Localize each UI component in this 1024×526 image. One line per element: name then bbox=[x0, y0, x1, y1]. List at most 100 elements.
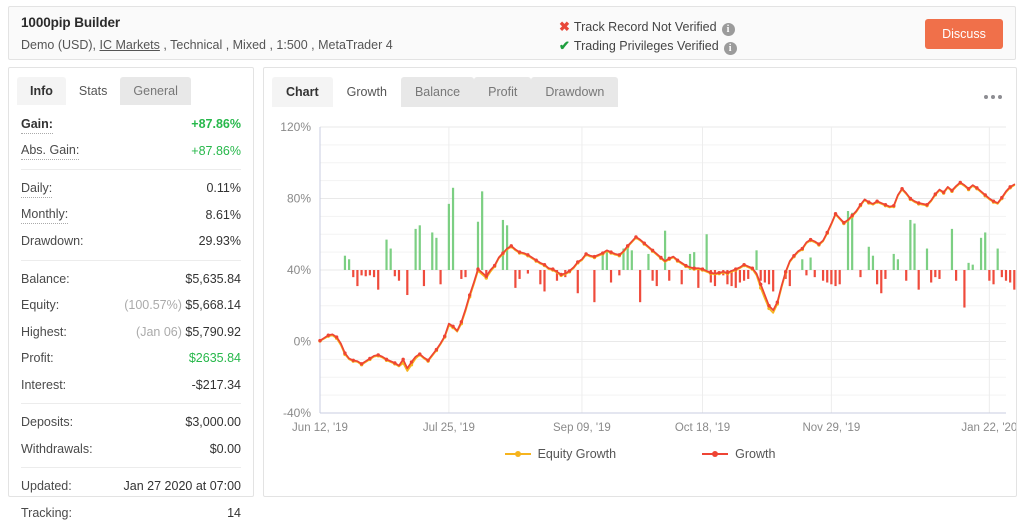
chart-tabs: Chart Growth Balance Profit Drawdown bbox=[264, 75, 1016, 107]
stat-value: 29.93% bbox=[199, 228, 241, 255]
tab-info[interactable]: Info bbox=[17, 77, 66, 105]
legend-item-growth[interactable]: Growth bbox=[702, 447, 775, 461]
verification-track-record-label: Track Record Not Verified bbox=[574, 20, 717, 34]
stat-label: Equity: bbox=[21, 292, 59, 319]
stat-value: 14 bbox=[227, 500, 241, 526]
stat-row-equity: Equity: (100.57%) $5,668.14 bbox=[21, 292, 241, 319]
svg-text:-40%: -40% bbox=[283, 406, 311, 420]
stat-value: $5,635.84 bbox=[185, 266, 241, 293]
legend-swatch-equity bbox=[505, 453, 531, 455]
growth-chart-svg: 120% 80% 40% 0% -40% Jun 12, '19 Jul 25, '19 Se… bbox=[264, 107, 1016, 457]
stat-label: Tracking: bbox=[21, 500, 72, 526]
stat-label[interactable]: Daily: bbox=[21, 179, 52, 198]
account-meta-pre: Demo (USD), bbox=[21, 38, 99, 52]
stats-panel: Info Stats General Gain: +87.86% Abs. Ga… bbox=[8, 67, 254, 497]
svg-text:Nov 29, '19: Nov 29, '19 bbox=[802, 422, 860, 434]
legend-item-equity-growth[interactable]: Equity Growth bbox=[505, 447, 617, 461]
svg-text:Jan 22, '20: Jan 22, '20 bbox=[961, 422, 1016, 434]
verification-block: ✖ Track Record Not Verified i ✔ Trading Pri… bbox=[559, 17, 737, 55]
tab-profit[interactable]: Profit bbox=[474, 77, 531, 107]
stat-label[interactable]: Gain: bbox=[21, 115, 53, 134]
stat-value: 8.61% bbox=[206, 202, 241, 229]
stat-row-deposits: Deposits: $3,000.00 bbox=[21, 409, 241, 436]
account-meta-post: , Technical , Mixed , 1:500 , MetaTrader… bbox=[160, 38, 393, 52]
stat-value-main: $5,668.14 bbox=[185, 298, 241, 312]
stat-value-prefix: (Jan 06) bbox=[136, 325, 182, 339]
stat-row-monthly: Monthly: 8.61% bbox=[21, 202, 241, 229]
cross-icon: ✖ bbox=[559, 19, 570, 34]
stat-value: (Jan 06) $5,790.92 bbox=[136, 319, 241, 346]
legend-label: Growth bbox=[735, 447, 775, 461]
svg-text:0%: 0% bbox=[294, 335, 312, 349]
stat-value: 0.11% bbox=[206, 175, 241, 202]
page-title: 1000pip Builder bbox=[21, 15, 120, 30]
verification-trading-privileges-label: Trading Privileges Verified bbox=[574, 39, 719, 53]
divider bbox=[21, 169, 241, 170]
stat-label: Withdrawals: bbox=[21, 436, 93, 463]
chart-legend: Equity Growth Growth bbox=[264, 447, 1016, 461]
stat-row-highest: Highest: (Jan 06) $5,790.92 bbox=[21, 319, 241, 346]
stat-row-drawdown: Drawdown: 29.93% bbox=[21, 228, 241, 255]
tab-balance[interactable]: Balance bbox=[401, 77, 474, 107]
stat-value: $0.00 bbox=[210, 436, 241, 463]
svg-text:80%: 80% bbox=[287, 192, 311, 206]
tab-stats[interactable]: Stats bbox=[66, 77, 121, 105]
stat-label: Interest: bbox=[21, 372, 66, 399]
broker-link[interactable]: IC Markets bbox=[99, 38, 159, 52]
stat-label: Balance: bbox=[21, 266, 70, 293]
stat-row-abs-gain: Abs. Gain: +87.86% bbox=[21, 138, 241, 165]
stat-value: Jan 27 2020 at 07:00 bbox=[124, 473, 241, 500]
svg-text:Jun 12, '19: Jun 12, '19 bbox=[292, 422, 348, 434]
account-header: 1000pip Builder Demo (USD), IC Markets ,… bbox=[8, 6, 1016, 60]
stat-label: Updated: bbox=[21, 473, 72, 500]
svg-text:Sep 09, '19: Sep 09, '19 bbox=[553, 422, 611, 434]
stat-row-interest: Interest: -$217.34 bbox=[21, 372, 241, 399]
stats-tabs: Info Stats General bbox=[9, 75, 253, 105]
kebab-menu-icon[interactable] bbox=[984, 95, 1002, 99]
account-meta: Demo (USD), IC Markets , Technical , Mix… bbox=[21, 38, 393, 52]
stat-value-prefix: (100.57%) bbox=[124, 298, 182, 312]
stat-value: +87.86% bbox=[191, 138, 241, 165]
check-icon: ✔ bbox=[559, 38, 570, 53]
verification-track-record: ✖ Track Record Not Verified i bbox=[559, 17, 737, 36]
stat-row-profit: Profit: $2635.84 bbox=[21, 345, 241, 372]
stats-list: Gain: +87.86% Abs. Gain: +87.86% Daily: … bbox=[9, 105, 253, 526]
divider bbox=[21, 403, 241, 404]
svg-text:120%: 120% bbox=[280, 120, 311, 134]
tab-general[interactable]: General bbox=[120, 77, 190, 105]
legend-swatch-growth bbox=[702, 453, 728, 455]
chart-panel: Chart Growth Balance Profit Drawdown 120… bbox=[263, 67, 1017, 497]
stat-label: Drawdown: bbox=[21, 228, 84, 255]
stat-label[interactable]: Monthly: bbox=[21, 205, 68, 224]
content-area: Info Stats General Gain: +87.86% Abs. Ga… bbox=[8, 67, 1016, 497]
stat-row-tracking: Tracking: 14 bbox=[21, 500, 241, 526]
stat-row-withdrawals: Withdrawals: $0.00 bbox=[21, 436, 241, 463]
tab-growth[interactable]: Growth bbox=[333, 77, 401, 107]
divider bbox=[21, 260, 241, 261]
account-overview-page: 1000pip Builder Demo (USD), IC Markets ,… bbox=[0, 0, 1024, 505]
svg-text:Oct 18, '19: Oct 18, '19 bbox=[675, 422, 730, 434]
svg-text:Jul 25, '19: Jul 25, '19 bbox=[423, 422, 475, 434]
tab-drawdown[interactable]: Drawdown bbox=[531, 77, 618, 107]
stat-row-balance: Balance: $5,635.84 bbox=[21, 266, 241, 293]
stat-value: $3,000.00 bbox=[185, 409, 241, 436]
stat-row-gain: Gain: +87.86% bbox=[21, 111, 241, 138]
stat-value-main: $5,790.92 bbox=[185, 325, 241, 339]
info-icon[interactable]: i bbox=[724, 42, 737, 55]
stat-label: Deposits: bbox=[21, 409, 73, 436]
stat-label: Profit: bbox=[21, 345, 54, 372]
svg-text:40%: 40% bbox=[287, 263, 311, 277]
discuss-button[interactable]: Discuss bbox=[925, 19, 1003, 49]
stat-label[interactable]: Abs. Gain: bbox=[21, 141, 79, 160]
stat-value: $2635.84 bbox=[189, 345, 241, 372]
verification-trading-privileges: ✔ Trading Privileges Verified i bbox=[559, 36, 737, 55]
stat-row-updated: Updated: Jan 27 2020 at 07:00 bbox=[21, 473, 241, 500]
stat-label: Highest: bbox=[21, 319, 67, 346]
tab-chart[interactable]: Chart bbox=[272, 77, 333, 107]
stat-value: (100.57%) $5,668.14 bbox=[124, 292, 241, 319]
divider bbox=[21, 467, 241, 468]
stat-row-daily: Daily: 0.11% bbox=[21, 175, 241, 202]
stat-value: +87.86% bbox=[191, 111, 241, 138]
info-icon[interactable]: i bbox=[722, 23, 735, 36]
legend-label: Equity Growth bbox=[538, 447, 617, 461]
